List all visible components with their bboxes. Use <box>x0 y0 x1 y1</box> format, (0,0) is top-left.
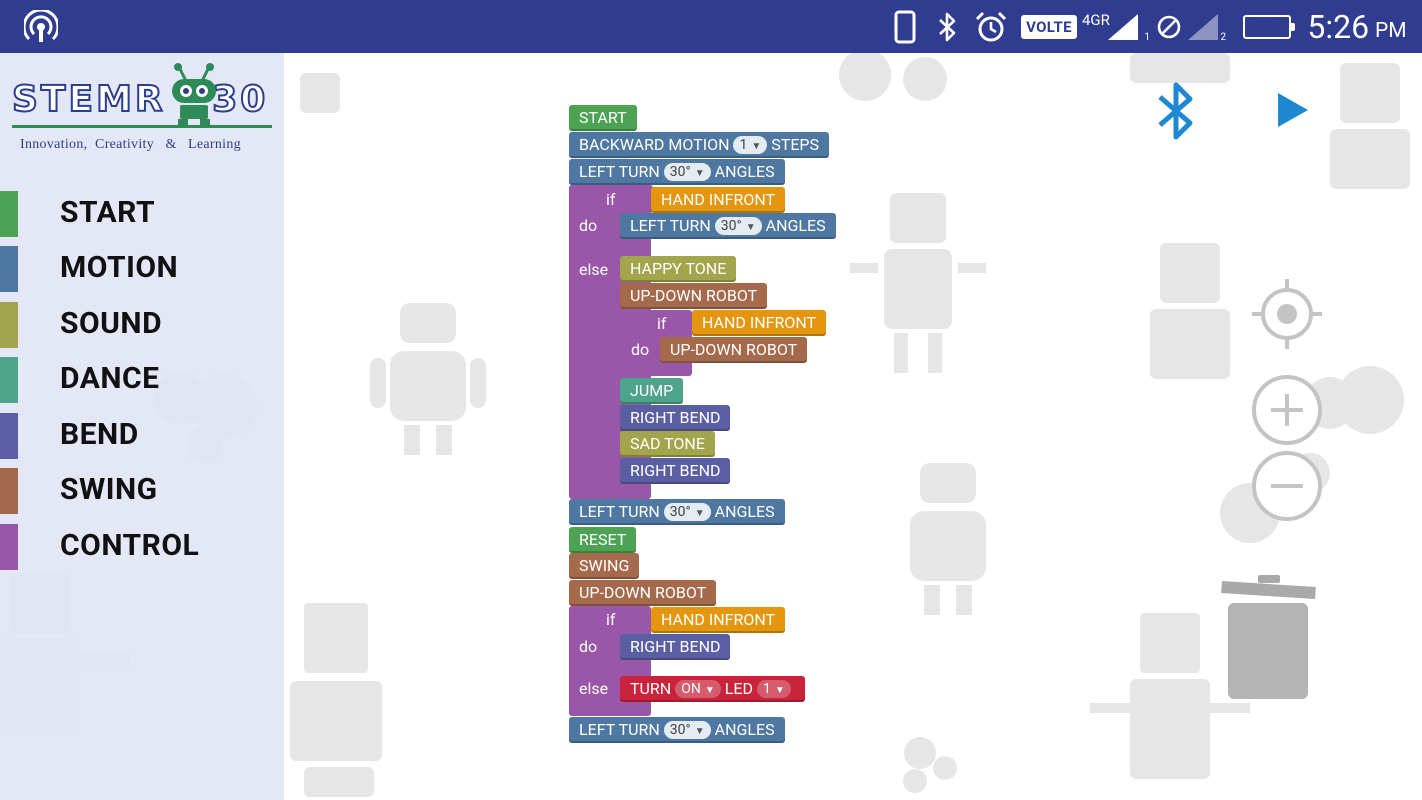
category-color-swatch <box>0 357 18 403</box>
status-bar: VOLTE 4GR 1 2 39% 5:26 PM <box>0 0 1422 53</box>
sim1-label: 1 <box>1144 32 1150 43</box>
hand-infront-sensor[interactable]: HAND INFRONT <box>651 607 786 633</box>
clock: 5:26 PM <box>1302 0 1412 53</box>
led-state-dropdown[interactable]: ON ▼ <box>675 679 721 698</box>
battery-icon: 39% <box>1240 0 1295 53</box>
hotspot-icon <box>22 0 60 53</box>
turn-led-block[interactable]: TURN ON ▼ LED 1 ▼ <box>620 676 805 702</box>
angle-dropdown[interactable]: 30° ▼ <box>663 502 711 521</box>
clock-ampm: PM <box>1375 18 1407 43</box>
led-number-dropdown[interactable]: 1 ▼ <box>756 679 791 698</box>
category-color-swatch <box>0 191 18 237</box>
do-label: do <box>631 340 650 359</box>
else-label: else <box>579 260 609 279</box>
angle-dropdown[interactable]: 30° ▼ <box>663 162 711 181</box>
reset-block[interactable]: RESET <box>569 527 637 553</box>
right-bend-block[interactable]: RIGHT BEND <box>620 458 731 484</box>
category-color-swatch <box>0 413 18 459</box>
swing-block[interactable]: SWING <box>569 553 640 579</box>
up-down-robot-block[interactable]: UP-DOWN ROBOT <box>620 283 768 309</box>
if-label: if <box>606 610 616 629</box>
trash-icon[interactable] <box>1220 573 1320 703</box>
left-turn-block[interactable]: LEFT TURN 30° ▼ ANGLES <box>569 717 785 743</box>
left-turn-block[interactable]: LEFT TURN 30° ▼ ANGLES <box>620 213 836 239</box>
category-color-swatch <box>0 524 18 570</box>
right-bend-block[interactable]: RIGHT BEND <box>620 405 731 431</box>
sim2-label: 2 <box>1220 32 1226 43</box>
sad-tone-block[interactable]: SAD TONE <box>620 431 715 457</box>
left-turn-block[interactable]: LEFT TURN 30° ▼ ANGLES <box>569 499 785 525</box>
hand-infront-sensor[interactable]: HAND INFRONT <box>651 187 786 213</box>
category-color-swatch <box>0 246 18 292</box>
robot-mascot-icon <box>172 63 216 127</box>
jump-block[interactable]: JUMP <box>620 378 684 404</box>
logo-tagline: Innovation, Creativity & Learning <box>20 137 241 152</box>
bluetooth-icon[interactable] <box>1150 81 1204 141</box>
category-color-swatch <box>0 302 18 348</box>
if-label: if <box>657 314 667 333</box>
stemr-logo: STEMR 30 Innovation, Creativity & Learni… <box>10 63 278 163</box>
logo-underline <box>12 125 272 128</box>
category-bend[interactable]: BEND <box>0 413 284 459</box>
play-icon[interactable] <box>1268 87 1314 133</box>
right-bend-block[interactable]: RIGHT BEND <box>620 634 731 660</box>
backward-motion-block[interactable]: BACKWARD MOTION 1 ▼ STEPS <box>569 132 829 158</box>
bluetooth-icon <box>932 0 962 53</box>
start-block[interactable]: START <box>569 105 637 131</box>
category-label: CONTROL <box>60 528 200 563</box>
volte-badge: VOLTE <box>1021 0 1077 53</box>
category-swing[interactable]: SWING <box>0 468 284 514</box>
signal-icon: 4GR 1 <box>1080 0 1152 53</box>
category-label: BEND <box>60 417 139 452</box>
category-start[interactable]: START <box>0 191 284 237</box>
category-label: MOTION <box>60 250 179 285</box>
no-sim-icon: 2 <box>1152 0 1228 53</box>
steps-dropdown[interactable]: 1 ▼ <box>733 135 768 154</box>
category-label: DANCE <box>60 361 160 396</box>
category-control[interactable]: CONTROL <box>0 524 284 570</box>
category-color-swatch <box>0 468 18 514</box>
hand-infront-sensor[interactable]: HAND INFRONT <box>692 310 827 336</box>
left-turn-block[interactable]: LEFT TURN 30° ▼ ANGLES <box>569 159 785 185</box>
alarm-icon <box>972 0 1010 53</box>
phone-icon <box>890 0 920 53</box>
up-down-robot-block[interactable]: UP-DOWN ROBOT <box>660 337 808 363</box>
category-sound[interactable]: SOUND <box>0 302 284 348</box>
category-label: SWING <box>60 472 158 507</box>
angle-dropdown[interactable]: 30° ▼ <box>663 720 711 739</box>
battery-text: 39% <box>1253 18 1281 35</box>
minus-icon[interactable] <box>1250 449 1324 523</box>
clock-time: 5:26 <box>1307 7 1370 46</box>
category-dance[interactable]: DANCE <box>0 357 284 403</box>
if-label: if <box>606 190 616 209</box>
do-label: do <box>579 637 598 656</box>
category-label: START <box>60 195 156 230</box>
category-motion[interactable]: MOTION <box>0 246 284 292</box>
angle-dropdown[interactable]: 30° ▼ <box>714 216 762 235</box>
happy-tone-block[interactable]: HAPPY TONE <box>620 256 737 282</box>
category-sidebar: STEMR 30 Innovation, Creativity & Learni… <box>0 53 284 800</box>
do-label: do <box>579 216 598 235</box>
up-down-robot-block[interactable]: UP-DOWN ROBOT <box>569 580 717 606</box>
plus-icon[interactable] <box>1250 373 1324 447</box>
category-label: SOUND <box>60 306 163 341</box>
target-icon[interactable] <box>1252 279 1322 349</box>
logo-wordmark: STEMR 30 <box>11 78 269 121</box>
else-label: else <box>579 679 609 698</box>
